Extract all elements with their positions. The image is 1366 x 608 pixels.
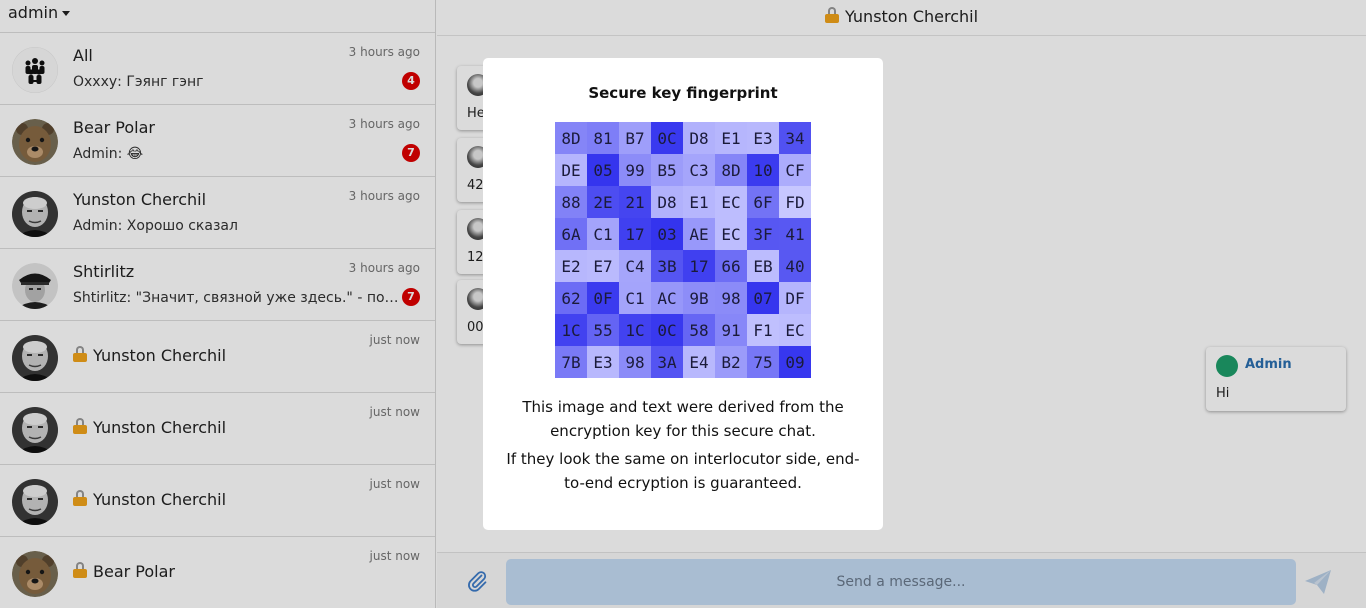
fingerprint-cell: 0C — [651, 122, 683, 154]
fingerprint-cell: DF — [779, 282, 811, 314]
fingerprint-cell: EB — [747, 250, 779, 282]
fingerprint-cell: 21 — [619, 186, 651, 218]
fingerprint-cell: F1 — [747, 314, 779, 346]
fingerprint-cell: 58 — [683, 314, 715, 346]
fingerprint-cell: 99 — [619, 154, 651, 186]
fingerprint-cell: 9B — [683, 282, 715, 314]
fingerprint-cell: D8 — [651, 186, 683, 218]
modal-title: Secure key fingerprint — [588, 84, 778, 102]
fingerprint-cell: 91 — [715, 314, 747, 346]
fingerprint-cell: 17 — [619, 218, 651, 250]
fingerprint-cell: C1 — [587, 218, 619, 250]
fingerprint-cell: E7 — [587, 250, 619, 282]
fingerprint-cell: 07 — [747, 282, 779, 314]
fingerprint-cell: B7 — [619, 122, 651, 154]
fingerprint-cell: EC — [779, 314, 811, 346]
fingerprint-cell: D8 — [683, 122, 715, 154]
fingerprint-cell: B2 — [715, 346, 747, 378]
fingerprint-cell: C4 — [619, 250, 651, 282]
fingerprint-modal: Secure key fingerprint 8D 81 B7 0C D8 E1 E3 34 D… — [483, 58, 883, 530]
fingerprint-cell: 03 — [651, 218, 683, 250]
fingerprint-cell: 17 — [683, 250, 715, 282]
fingerprint-cell: 55 — [587, 314, 619, 346]
fingerprint-cell: 6F — [747, 186, 779, 218]
fingerprint-cell: C3 — [683, 154, 715, 186]
fingerprint-cell: 6A — [555, 218, 587, 250]
fingerprint-cell: 40 — [779, 250, 811, 282]
fingerprint-cell: 98 — [715, 282, 747, 314]
fingerprint-cell: AE — [683, 218, 715, 250]
modal-description: This image and text were derived from th… — [522, 398, 844, 440]
fingerprint-cell: B5 — [651, 154, 683, 186]
fingerprint-cell: 1C — [555, 314, 587, 346]
modal-guarantee-text: If they look the same on interlocutor si… — [506, 450, 860, 492]
fingerprint-cell: 0C — [651, 314, 683, 346]
fingerprint-cell: 75 — [747, 346, 779, 378]
fingerprint-cell: 3A — [651, 346, 683, 378]
fingerprint-cell: 3F — [747, 218, 779, 250]
fingerprint-cell: DE — [555, 154, 587, 186]
fingerprint-cell: C1 — [619, 282, 651, 314]
fingerprint-cell: 66 — [715, 250, 747, 282]
fingerprint-cell: 81 — [587, 122, 619, 154]
fingerprint-cell: 09 — [779, 346, 811, 378]
fingerprint-cell: 88 — [555, 186, 587, 218]
fingerprint-cell: 41 — [779, 218, 811, 250]
fingerprint-cell: 34 — [779, 122, 811, 154]
fingerprint-cell: E4 — [683, 346, 715, 378]
fingerprint-cell: 10 — [747, 154, 779, 186]
fingerprint-cell: E2 — [555, 250, 587, 282]
fingerprint-cell: E3 — [587, 346, 619, 378]
fingerprint-cell: EC — [715, 218, 747, 250]
fingerprint-cell: 3B — [651, 250, 683, 282]
fingerprint-cell: CF — [779, 154, 811, 186]
fingerprint-cell: 2E — [587, 186, 619, 218]
fingerprint-cell: 62 — [555, 282, 587, 314]
fingerprint-cell: 7B — [555, 346, 587, 378]
fingerprint-cell: 1C — [619, 314, 651, 346]
fingerprint-cell: E1 — [715, 122, 747, 154]
fingerprint-cell: E1 — [683, 186, 715, 218]
fingerprint-cell: 05 — [587, 154, 619, 186]
fingerprint-cell: FD — [779, 186, 811, 218]
fingerprint-cell: E3 — [747, 122, 779, 154]
fingerprint-cell: AC — [651, 282, 683, 314]
key-fingerprint-grid: 8D 81 B7 0C D8 E1 E3 34 DE 05 99 B5 C3 8D 10 CF 88 2E 21 D8… — [555, 122, 811, 378]
fingerprint-cell: EC — [715, 186, 747, 218]
fingerprint-cell: 98 — [619, 346, 651, 378]
fingerprint-cell: 8D — [555, 122, 587, 154]
fingerprint-cell: 8D — [715, 154, 747, 186]
fingerprint-cell: 0F — [587, 282, 619, 314]
